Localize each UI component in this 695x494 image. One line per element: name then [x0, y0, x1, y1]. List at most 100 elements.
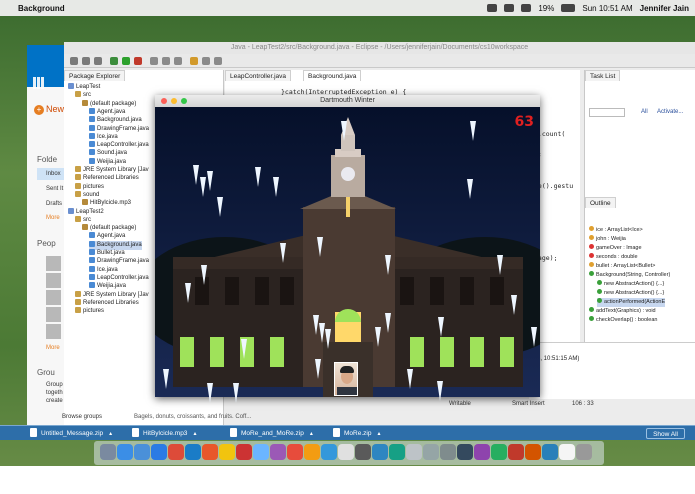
people-more-link[interactable]: More — [46, 345, 60, 351]
dock-app-icon[interactable] — [338, 444, 354, 460]
task-filter-all[interactable]: All — [641, 109, 648, 115]
dock-app-icon[interactable] — [508, 444, 524, 460]
outline-item[interactable]: addText(Graphics) : void — [589, 307, 656, 316]
dock-app-icon[interactable] — [134, 444, 150, 460]
user-name[interactable]: Jennifer Jain — [640, 4, 689, 13]
download-item[interactable]: MoRe_and_MoRe.zip ▴ — [230, 428, 313, 439]
dock-app-icon[interactable] — [559, 444, 575, 460]
dock-app-icon[interactable] — [576, 444, 592, 460]
browse-groups-link[interactable]: Browse groups — [62, 414, 102, 420]
avatar[interactable] — [46, 324, 61, 339]
people-heading[interactable]: Peop — [37, 239, 56, 248]
dock-app-icon[interactable] — [525, 444, 541, 460]
external-tools-icon[interactable] — [134, 57, 142, 65]
run-icon[interactable] — [122, 57, 130, 65]
tree-item-label: Bullet.java — [97, 250, 125, 256]
outline-item[interactable]: Background(String, Controller) — [589, 271, 670, 280]
back-icon[interactable] — [202, 57, 210, 65]
player-sprite-face[interactable] — [334, 362, 358, 396]
groups-heading[interactable]: Grou — [37, 368, 55, 377]
debug-icon[interactable] — [110, 57, 118, 65]
dock-app-icon[interactable] — [219, 444, 235, 460]
volume-icon[interactable] — [521, 4, 532, 12]
open-type-icon[interactable] — [162, 57, 170, 65]
dock-app-icon[interactable] — [355, 444, 371, 460]
folder-sent[interactable]: Sent It — [46, 186, 63, 192]
show-all-downloads-button[interactable]: Show All — [646, 428, 685, 439]
dock-app-icon[interactable] — [406, 444, 422, 460]
outline-item[interactable]: actionPerformed(ActionE — [597, 298, 666, 307]
avatar[interactable] — [46, 256, 61, 271]
dock-app-icon[interactable] — [253, 444, 269, 460]
outline-item[interactable]: new AbstractAction() {...} — [597, 289, 664, 298]
annotation-icon[interactable] — [190, 57, 198, 65]
dock-app-icon[interactable] — [304, 444, 320, 460]
dock-app-icon[interactable] — [474, 444, 490, 460]
minimize-window-button[interactable] — [171, 98, 177, 104]
dock-app-icon[interactable] — [491, 444, 507, 460]
tab-task-list[interactable]: Task List — [585, 70, 621, 81]
tab-leapcontroller[interactable]: LeapController.java — [225, 70, 292, 81]
dock-app-icon[interactable] — [372, 444, 388, 460]
outline-item[interactable]: new AbstractAction() {...} — [597, 280, 664, 289]
tree-item[interactable]: pictures — [75, 307, 104, 316]
tab-package-explorer[interactable]: Package Explorer — [64, 70, 126, 81]
forward-icon[interactable] — [214, 57, 222, 65]
folders-more-link[interactable]: More — [46, 215, 60, 221]
outline-item[interactable]: ice : ArrayList<Ice> — [589, 226, 643, 235]
folder-drafts[interactable]: Drafts — [46, 201, 62, 207]
tab-outline[interactable]: Outline — [585, 197, 616, 208]
battery-percent[interactable]: 19% — [538, 4, 554, 13]
avatar[interactable] — [46, 290, 61, 305]
clock[interactable]: Sun 10:51 AM — [582, 4, 632, 13]
download-item[interactable]: Untitled_Message.zip ▴ — [30, 428, 112, 439]
new-icon[interactable] — [70, 57, 78, 65]
chevron-up-icon[interactable]: ▴ — [193, 429, 196, 440]
task-find-input[interactable] — [589, 108, 625, 117]
search-icon[interactable] — [174, 57, 182, 65]
download-item[interactable]: MoRe.zip ▴ — [333, 428, 380, 439]
avatar[interactable] — [46, 273, 61, 288]
game-scene[interactable] — [155, 107, 540, 397]
dock-app-icon[interactable] — [100, 444, 116, 460]
tab-background[interactable]: Background.java — [303, 70, 362, 81]
dock-app-icon[interactable] — [270, 444, 286, 460]
dock-app-icon[interactable] — [457, 444, 473, 460]
folder-inbox[interactable]: Inbox — [46, 171, 61, 177]
outline-item[interactable]: seconds : double — [589, 253, 638, 262]
print-icon[interactable] — [94, 57, 102, 65]
outline-item[interactable]: checkOverlap() : boolean — [589, 316, 657, 325]
zoom-window-button[interactable] — [181, 98, 187, 104]
avatar[interactable] — [46, 307, 61, 322]
outline-item[interactable]: john : Weijia — [589, 235, 626, 244]
download-item[interactable]: HitBylcicle.mp3 ▴ — [132, 428, 196, 439]
dropbox-icon[interactable] — [487, 4, 498, 12]
dock-app-icon[interactable] — [151, 444, 167, 460]
dock-app-icon[interactable] — [202, 444, 218, 460]
dock-app-icon[interactable] — [185, 444, 201, 460]
app-launcher-icon[interactable] — [33, 77, 45, 89]
dock-app-icon[interactable] — [117, 444, 133, 460]
dock-app-icon[interactable] — [389, 444, 405, 460]
dock-app-icon[interactable] — [440, 444, 456, 460]
task-activate-link[interactable]: Activate... — [657, 109, 683, 115]
outline-item[interactable]: gameOver : Image — [589, 244, 642, 253]
save-icon[interactable] — [82, 57, 90, 65]
new-class-icon[interactable] — [150, 57, 158, 65]
chevron-up-icon[interactable]: ▴ — [377, 429, 380, 440]
dock-app-icon[interactable] — [287, 444, 303, 460]
active-app-name[interactable]: Background — [18, 4, 65, 13]
chevron-up-icon[interactable]: ▴ — [310, 429, 313, 440]
wifi-icon[interactable] — [504, 4, 515, 12]
dock-app-icon[interactable] — [423, 444, 439, 460]
battery-icon[interactable] — [561, 4, 576, 12]
close-window-button[interactable] — [161, 98, 167, 104]
chevron-up-icon[interactable]: ▴ — [109, 429, 112, 440]
folders-heading[interactable]: Folde — [37, 155, 57, 164]
new-mail-button[interactable]: + New — [34, 104, 66, 115]
outline-item[interactable]: bullet : ArrayList<Bullet> — [589, 262, 655, 271]
dock-app-icon[interactable] — [542, 444, 558, 460]
dock-app-icon[interactable] — [168, 444, 184, 460]
dock-app-icon[interactable] — [321, 444, 337, 460]
dock-app-icon[interactable] — [236, 444, 252, 460]
